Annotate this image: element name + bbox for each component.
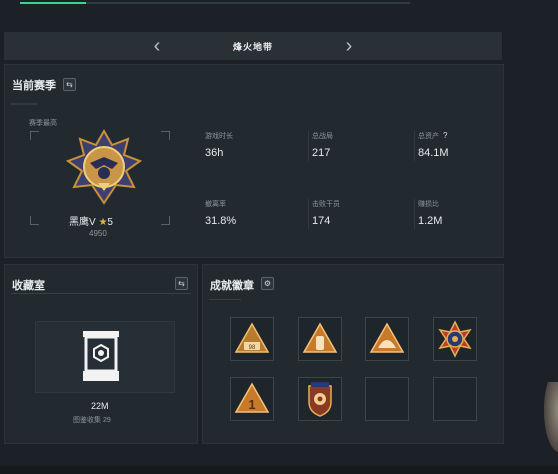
title-underline — [11, 293, 191, 294]
collection-value: 22M — [91, 401, 109, 411]
stat-value: 31.8% — [205, 215, 237, 227]
empty-badge-slot[interactable] — [365, 377, 409, 421]
season-title: 当前赛季 — [12, 80, 56, 92]
frame-corner — [161, 216, 170, 225]
display-case-icon — [83, 331, 119, 381]
svg-text:98: 98 — [249, 345, 256, 351]
collection-count: 图鉴收集 29 — [73, 415, 111, 425]
chevron-right-icon[interactable]: › — [340, 36, 358, 56]
stat-value: 84.1M — [418, 147, 449, 159]
rank-title: 黑鹰V — [69, 217, 96, 228]
stat-label: 击败干员 — [312, 201, 340, 208]
collection-panel[interactable]: 收藏室 ⇆ 22M 图鉴收集 29 — [4, 264, 198, 444]
background-rock — [544, 382, 558, 452]
swap-icon[interactable]: ⇆ — [175, 277, 188, 290]
stat-play-time: 游戏时长 36h — [205, 131, 233, 159]
badge-slot[interactable] — [433, 317, 477, 361]
gear-icon[interactable]: ⚙ — [261, 277, 274, 290]
frame-corner — [30, 216, 39, 225]
chevron-left-icon[interactable]: ‹ — [148, 36, 166, 56]
shield-emblem-badge-icon — [308, 382, 332, 417]
frame-corner — [161, 131, 170, 140]
triangle-badge-bottle-icon — [302, 322, 338, 353]
stat-divider — [308, 199, 309, 229]
stat-label: 总资产? — [418, 131, 449, 141]
badge-slot[interactable]: 1 — [230, 377, 274, 421]
top-progress-line — [20, 2, 410, 4]
season-best-label: 赛季最高 — [29, 120, 57, 127]
stat-label: 赚损比 — [418, 201, 439, 208]
help-icon[interactable]: ? — [443, 131, 447, 140]
svg-text:1: 1 — [248, 397, 255, 412]
rank-score: 4950 — [89, 229, 107, 238]
collection-count-label: 图鉴收集 — [73, 417, 101, 424]
frame-corner — [30, 131, 39, 140]
triangle-badge-dome-icon — [369, 322, 405, 353]
stat-value: 36h — [205, 147, 224, 159]
stat-value: 1.2M — [418, 215, 443, 227]
badge-slot[interactable] — [298, 317, 342, 361]
stat-divider — [308, 131, 309, 161]
badge-slot[interactable] — [365, 317, 409, 361]
achievements-title: 成就徽章 — [210, 280, 254, 292]
stat-total-assets: 总资产? 84.1M — [418, 131, 449, 159]
stat-total-matches: 总战局 217 — [312, 131, 333, 159]
rank-stars: 5 — [107, 217, 113, 228]
stat-label: 游戏时长 — [205, 133, 233, 140]
triangle-badge-98-icon: 98 — [234, 322, 270, 353]
stat-operators-defeated: 击败干员 174 — [312, 199, 340, 227]
map-selector: ‹ 烽火地带 › — [4, 32, 502, 60]
stat-value: 217 — [312, 147, 331, 159]
map-name: 烽火地带 — [232, 41, 273, 52]
season-subtitle-bar — [11, 103, 37, 105]
rank-name: 黑鹰V ★5 — [69, 213, 113, 228]
achievements-panel: 成就徽章 ⚙ 98 1 — [202, 264, 504, 444]
triangle-badge-1-icon: 1 — [234, 382, 270, 413]
black-hawk-rank-icon — [65, 129, 143, 205]
collection-title: 收藏室 — [12, 280, 45, 292]
stat-extract-rate: 撤离率 31.8% — [205, 199, 236, 227]
stat-profit-loss: 赚损比 1.2M — [418, 199, 442, 227]
stat-label: 总战局 — [312, 133, 333, 140]
cross-emblem-badge-icon — [438, 320, 472, 358]
season-panel: 当前赛季 ⇆ 赛季最高 黑鹰V ★5 4950 游戏时长 36h 总战局 217… — [4, 64, 504, 258]
stat-divider — [414, 199, 415, 229]
badge-slot[interactable] — [298, 377, 342, 421]
stat-label: 撤离率 — [205, 201, 226, 208]
empty-badge-slot[interactable] — [433, 377, 477, 421]
stat-label-text: 总资产 — [418, 133, 439, 140]
rank-medal-frame — [30, 129, 170, 225]
swap-icon[interactable]: ⇆ — [63, 78, 76, 91]
title-underline — [209, 299, 241, 300]
collection-count-value: 29 — [102, 417, 111, 424]
stat-divider — [414, 131, 415, 161]
bottom-bar — [0, 466, 558, 474]
badge-slot[interactable]: 98 — [230, 317, 274, 361]
stat-value: 174 — [312, 215, 331, 227]
top-progress-highlight — [20, 2, 86, 4]
